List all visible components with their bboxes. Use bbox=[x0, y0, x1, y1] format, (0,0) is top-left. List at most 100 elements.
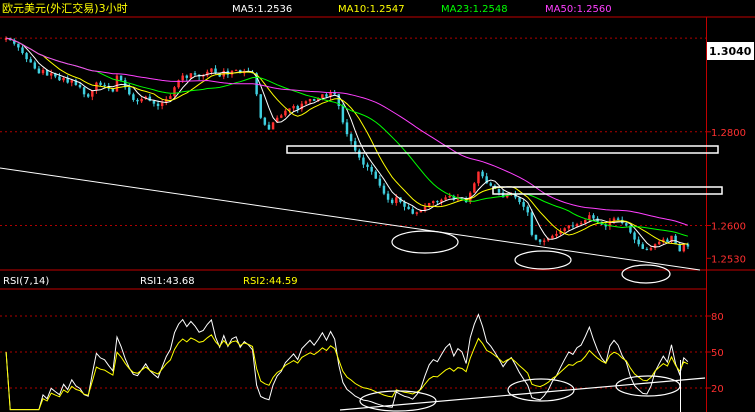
current-price-badge: 1.3040 bbox=[707, 42, 754, 60]
candle-body bbox=[99, 82, 102, 85]
candle-body bbox=[325, 94, 328, 97]
candle-body bbox=[390, 199, 394, 204]
candle-body bbox=[436, 201, 439, 203]
candle-body bbox=[259, 94, 262, 118]
candle-body bbox=[210, 68, 213, 72]
candle-body bbox=[395, 197, 398, 204]
price-legend: 欧元美元(外汇交易)3小时 MA5:1.2536 MA10:1.2547 MA2… bbox=[2, 1, 612, 15]
support-trendline bbox=[0, 167, 701, 271]
candle-body bbox=[169, 96, 172, 99]
candle-body bbox=[29, 59, 32, 63]
rsi1-legend: RSI1:43.68 bbox=[140, 276, 195, 287]
rsi-axis: 20 50 80 bbox=[706, 312, 724, 395]
rsi2-legend: RSI2:44.59 bbox=[243, 276, 298, 287]
low-ellipse-1 bbox=[391, 230, 459, 254]
candle-body bbox=[280, 115, 283, 118]
candle-body bbox=[25, 53, 28, 60]
candle-body bbox=[341, 106, 345, 123]
rsi-panel-title: RSI(7,14) bbox=[3, 276, 49, 287]
candle-body bbox=[308, 98, 312, 102]
candle-body bbox=[579, 223, 583, 225]
low-ellipse-2 bbox=[514, 250, 572, 270]
candle-body bbox=[37, 68, 41, 74]
candle-body bbox=[304, 101, 308, 104]
candle-body bbox=[136, 99, 139, 102]
candle-body bbox=[33, 62, 37, 69]
candle-body bbox=[649, 247, 653, 250]
candle-body bbox=[156, 103, 160, 107]
candle-body bbox=[119, 75, 123, 81]
candle-body bbox=[292, 106, 295, 109]
candle-body bbox=[234, 69, 238, 71]
candle-body bbox=[271, 122, 275, 130]
candle-body bbox=[432, 201, 435, 204]
candle-body bbox=[674, 235, 677, 245]
price-tick-label: 1.2530 bbox=[711, 254, 746, 265]
candle-body bbox=[473, 183, 476, 193]
rsi-trendline bbox=[339, 377, 706, 411]
candle-body bbox=[415, 212, 419, 214]
candle-body bbox=[374, 171, 377, 179]
rsi-tick-label: 50 bbox=[711, 348, 724, 359]
candle-body bbox=[17, 43, 20, 48]
candle-body bbox=[563, 228, 566, 232]
candle-body bbox=[386, 193, 390, 200]
candle-body bbox=[526, 206, 529, 213]
candle-body bbox=[70, 80, 74, 83]
candle-body bbox=[21, 47, 24, 54]
candle-body bbox=[666, 239, 669, 242]
price-tick-label: 1.2800 bbox=[711, 128, 746, 139]
chart-window: 欧元美元(外汇交易)3小时 MA5:1.2536 MA10:1.2547 MA2… bbox=[0, 0, 755, 412]
rsi-tick-label: 20 bbox=[711, 384, 724, 395]
candle-body bbox=[403, 202, 406, 207]
candle-body bbox=[542, 240, 546, 242]
rsi-tick-label: 80 bbox=[711, 312, 724, 323]
low-ellipse-3 bbox=[621, 264, 671, 284]
candle-body bbox=[682, 244, 686, 252]
candle-body bbox=[345, 122, 349, 135]
rsi-ellipse-1 bbox=[359, 390, 437, 412]
ma10-line bbox=[5, 37, 688, 246]
candle-body bbox=[612, 218, 616, 221]
candle-body bbox=[362, 157, 365, 165]
rsi-gridlines bbox=[0, 315, 706, 389]
ma23-line bbox=[5, 37, 689, 237]
candle-body bbox=[444, 197, 447, 200]
candle-body bbox=[358, 150, 361, 158]
candle-body bbox=[263, 117, 267, 125]
price-gridlines bbox=[0, 37, 706, 226]
candle-body bbox=[132, 94, 135, 100]
candle-body bbox=[584, 219, 587, 224]
candle-body bbox=[551, 235, 554, 239]
candle-body bbox=[538, 239, 542, 242]
candle-body bbox=[128, 87, 131, 95]
candle-body bbox=[160, 102, 164, 107]
rsi-annotations bbox=[339, 375, 706, 412]
rsi-ellipse-3 bbox=[615, 375, 681, 397]
rsi-lines bbox=[5, 313, 689, 411]
candle-body bbox=[185, 75, 189, 78]
ma50-legend: MA50:1.2560 bbox=[545, 4, 612, 15]
ma5-legend: MA5:1.2536 bbox=[232, 4, 292, 15]
candle-body bbox=[633, 232, 636, 240]
candle-body bbox=[575, 224, 579, 227]
candle-body bbox=[592, 215, 595, 219]
panel-frames bbox=[0, 16, 755, 412]
candle-body bbox=[378, 178, 382, 186]
current-price-label: 1.3040 bbox=[709, 45, 752, 58]
candle-body bbox=[86, 94, 90, 97]
candle-body bbox=[95, 82, 98, 91]
forex-chart: 欧元美元(外汇交易)3小时 MA5:1.2536 MA10:1.2547 MA2… bbox=[0, 1, 755, 412]
candle-body bbox=[625, 223, 628, 226]
resistance-box-upper bbox=[286, 145, 719, 154]
candle-body bbox=[78, 84, 82, 88]
candle-body bbox=[366, 164, 369, 167]
candle-body bbox=[58, 76, 61, 81]
candle-body bbox=[91, 90, 94, 97]
resistance-box-lower bbox=[492, 186, 723, 195]
candle-body bbox=[50, 73, 53, 76]
candle-body bbox=[497, 188, 501, 193]
candle-body bbox=[477, 171, 480, 184]
candle-body bbox=[140, 98, 143, 102]
annotations bbox=[0, 145, 723, 284]
